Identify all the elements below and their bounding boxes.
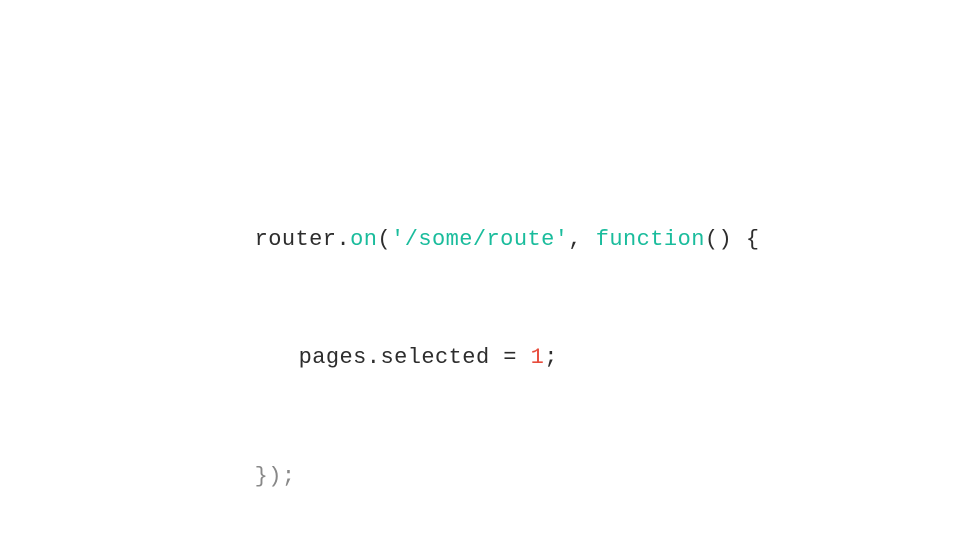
token-space4	[517, 345, 531, 370]
token-space3	[490, 345, 504, 370]
token-route-string: '/some/route'	[391, 227, 568, 252]
token-selected: selected	[380, 345, 489, 370]
token-dot2: .	[367, 345, 381, 370]
token-comma: ,	[568, 227, 582, 252]
token-function: function	[596, 227, 705, 252]
code-line-1: router.on('/some/route', function() {	[200, 180, 759, 299]
token-router: router	[255, 227, 337, 252]
token-paren-open: (	[377, 227, 391, 252]
code-block: router.on('/some/route', function() { pa…	[200, 180, 759, 536]
token-brace-open: {	[746, 227, 760, 252]
token-pages: pages	[299, 345, 367, 370]
token-space	[582, 227, 596, 252]
token-on: on	[350, 227, 377, 252]
code-line-2: pages.selected = 1;	[200, 299, 759, 418]
token-paren-args: ()	[705, 227, 732, 252]
token-eq: =	[503, 345, 517, 370]
token-value: 1	[531, 345, 545, 370]
token-dot1: .	[336, 227, 350, 252]
code-line-3: });	[200, 418, 759, 537]
token-space2	[732, 227, 746, 252]
token-close: });	[255, 464, 296, 489]
token-semi: ;	[544, 345, 558, 370]
